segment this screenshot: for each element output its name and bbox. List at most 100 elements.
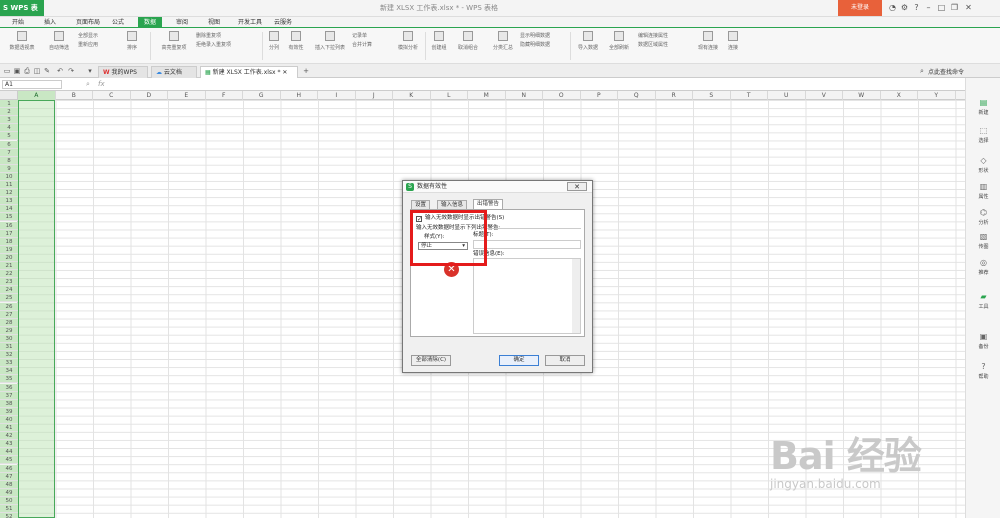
menu-cloud[interactable]: 云服务 xyxy=(268,17,298,28)
row-header[interactable]: 51 xyxy=(0,505,18,514)
row-header[interactable]: 49 xyxy=(0,488,18,497)
login-button[interactable]: 未登录 xyxy=(838,0,882,16)
fx-icon[interactable]: fx xyxy=(98,80,105,88)
ok-button[interactable]: 确定 xyxy=(499,355,539,366)
preview-icon[interactable]: ◫ xyxy=(33,67,41,75)
new-tab-icon[interactable]: + xyxy=(302,67,310,75)
tab-close-icon[interactable]: ✕ xyxy=(282,69,287,76)
formula-input[interactable] xyxy=(110,80,960,89)
row-header[interactable]: 34 xyxy=(0,367,18,376)
row-header[interactable]: 24 xyxy=(0,286,18,295)
delete-duplicates-button[interactable]: 删除重复项 xyxy=(196,32,262,41)
side-panel-item[interactable]: ▰ 工具 xyxy=(966,292,1000,310)
tab-new-workbook[interactable]: ▦ 新建 XLSX 工作表.xlsx * ✕ xyxy=(200,66,298,78)
menu-formula[interactable]: 公式 xyxy=(106,17,130,28)
row-header[interactable]: 1 xyxy=(0,100,18,109)
column-header[interactable]: X xyxy=(881,91,918,100)
row-header[interactable]: 52 xyxy=(0,513,18,518)
row-header[interactable]: 22 xyxy=(0,270,18,279)
refresh-all-button[interactable]: 全部刷新 xyxy=(604,31,634,61)
skin-icon[interactable]: ◔ xyxy=(888,3,897,12)
column-header[interactable]: P xyxy=(581,91,618,100)
column-header[interactable]: H xyxy=(281,91,318,100)
hide-detail-button[interactable]: 隐藏明细数据 xyxy=(520,41,568,50)
side-panel-item[interactable]: ▧ 传图 xyxy=(966,232,1000,250)
error-message-textarea[interactable] xyxy=(473,258,581,334)
row-header[interactable]: 28 xyxy=(0,318,18,327)
row-header[interactable]: 42 xyxy=(0,432,18,441)
row-header[interactable]: 6 xyxy=(0,140,18,149)
row-header[interactable]: 3 xyxy=(0,116,18,125)
column-header[interactable]: S xyxy=(693,91,731,100)
column-header[interactable]: D xyxy=(131,91,168,100)
cancel-button[interactable]: 取消 xyxy=(545,355,585,366)
menu-home[interactable]: 开始 xyxy=(6,17,30,28)
column-header[interactable]: Q xyxy=(618,91,656,100)
select-all-corner[interactable] xyxy=(0,91,18,100)
tab-settings[interactable]: 设置 xyxy=(411,200,431,209)
row-header[interactable]: 10 xyxy=(0,172,18,181)
tab-input-message[interactable]: 输入信息 xyxy=(437,200,468,209)
row-header[interactable]: 40 xyxy=(0,415,18,424)
edit-connection-button[interactable]: 编辑连接属性 xyxy=(638,32,690,41)
column-header[interactable]: I xyxy=(318,91,356,100)
column-header[interactable]: N xyxy=(506,91,543,100)
dialog-close-button[interactable]: ✕ xyxy=(567,182,587,191)
row-header[interactable]: 47 xyxy=(0,472,18,481)
title-input[interactable] xyxy=(473,240,581,249)
validity-button[interactable]: 有效性 xyxy=(284,31,308,61)
tab-error-alert[interactable]: 出错警告 xyxy=(473,199,504,209)
row-header[interactable]: 7 xyxy=(0,148,18,157)
row-header[interactable]: 4 xyxy=(0,124,18,133)
connect-button[interactable]: 连接 xyxy=(724,31,742,61)
column-header[interactable]: R xyxy=(656,91,693,100)
row-header[interactable]: 5 xyxy=(0,132,18,141)
column-header[interactable]: V xyxy=(806,91,843,100)
menu-view[interactable]: 视图 xyxy=(202,17,226,28)
side-panel-item[interactable]: ⬚ 选择 xyxy=(966,126,1000,144)
row-header[interactable]: 2 xyxy=(0,108,18,117)
column-header[interactable]: U xyxy=(768,91,806,100)
existing-connection-button[interactable]: 现有连接 xyxy=(694,31,722,61)
create-group-button[interactable]: 创建组 xyxy=(428,31,450,61)
row-header[interactable]: 16 xyxy=(0,221,18,230)
row-header[interactable]: 41 xyxy=(0,424,18,433)
dropdown-icon[interactable]: ▾ xyxy=(86,67,94,75)
autofilter-button[interactable]: 自动筛选 xyxy=(44,31,74,61)
row-header[interactable]: 9 xyxy=(0,164,18,173)
split-column-button[interactable]: 分列 xyxy=(265,31,283,61)
column-header[interactable]: J xyxy=(356,91,393,100)
ungroup-button[interactable]: 取消组合 xyxy=(452,31,484,61)
column-header[interactable]: C xyxy=(93,91,131,100)
side-panel-item[interactable]: ▥ 属性 xyxy=(966,182,1000,200)
column-header[interactable]: O xyxy=(543,91,581,100)
row-header[interactable]: 48 xyxy=(0,480,18,489)
column-header[interactable]: T xyxy=(731,91,768,100)
insert-dropdown-button[interactable]: 插入下拉列表 xyxy=(310,31,350,61)
column-header[interactable]: B xyxy=(56,91,93,100)
find-command[interactable]: 点此查找命令 xyxy=(928,67,964,76)
side-panel-item[interactable]: ◎ 推荐 xyxy=(966,258,1000,276)
show-detail-button[interactable]: 显示明细数据 xyxy=(520,32,568,41)
menu-page-layout[interactable]: 页面布局 xyxy=(70,17,106,28)
redo-icon[interactable]: ↷ xyxy=(67,67,75,75)
data-area-button[interactable]: 数据区域属性 xyxy=(638,41,690,50)
row-header[interactable]: 19 xyxy=(0,245,18,254)
row-header[interactable]: 37 xyxy=(0,391,18,400)
clear-all-button[interactable]: 全部清除(C) xyxy=(411,355,451,366)
row-header[interactable]: 18 xyxy=(0,237,18,246)
print-icon[interactable]: ⎙ xyxy=(23,67,31,75)
column-header[interactable]: L xyxy=(431,91,468,100)
settings-icon[interactable]: ⚙ xyxy=(900,3,909,12)
sort-button[interactable]: 排序 xyxy=(120,31,144,61)
what-if-button[interactable]: 模拟分析 xyxy=(394,31,422,61)
open-icon[interactable]: ▭ xyxy=(3,67,11,75)
column-header[interactable]: F xyxy=(206,91,243,100)
side-panel-item[interactable]: ▤ 新建 xyxy=(966,98,1000,116)
row-header[interactable]: 14 xyxy=(0,205,18,214)
row-header[interactable]: 20 xyxy=(0,253,18,262)
save-icon[interactable]: ▣ xyxy=(13,67,21,75)
column-header[interactable]: G xyxy=(243,91,281,100)
row-header[interactable]: 17 xyxy=(0,229,18,238)
side-panel-item[interactable]: ▣ 备份 xyxy=(966,332,1000,350)
